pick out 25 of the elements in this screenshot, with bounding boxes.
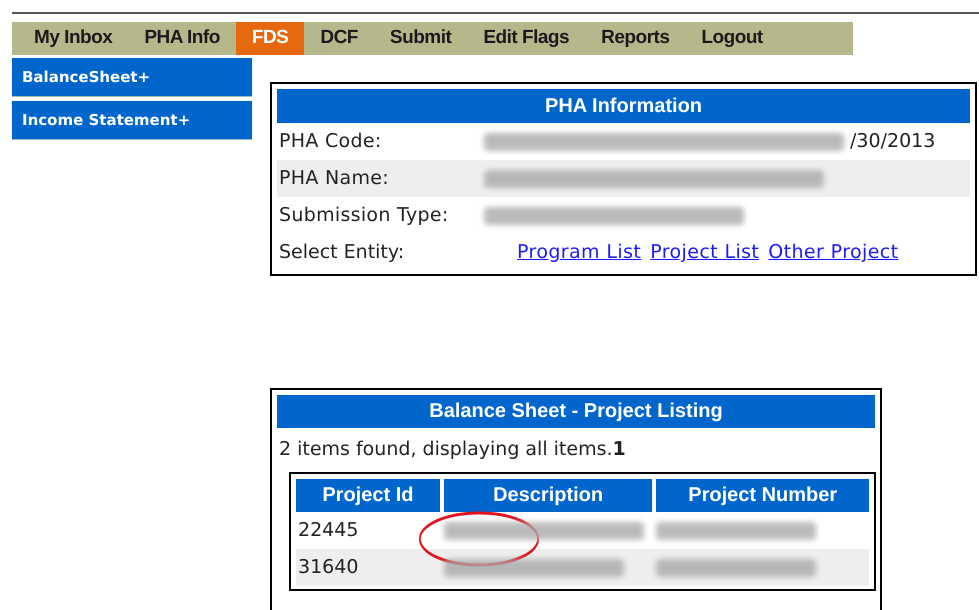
- field-label: PHA Name:: [278, 166, 390, 192]
- table-cell-text: 22445: [297, 518, 360, 544]
- field-label: Submission Type:: [278, 203, 450, 228]
- nav-tab[interactable]: DCF: [304, 22, 374, 55]
- nav-tab[interactable]: Reports: [585, 22, 686, 55]
- sidebar-item[interactable]: Income Statement+: [12, 101, 252, 140]
- field-label: Select Entity:: [278, 240, 406, 266]
- panel-header: Balance Sheet - Project Listing: [277, 395, 875, 428]
- column-header: Description: [444, 479, 652, 512]
- field-value: /30/2013: [850, 129, 936, 154]
- entity-link[interactable]: Program List: [517, 238, 642, 267]
- column-header: Project Number: [656, 479, 869, 512]
- entity-link[interactable]: Project List: [650, 238, 760, 267]
- table-cell-text: 31640: [297, 555, 360, 580]
- panel-header: PHA Information: [277, 89, 970, 123]
- column-header: Project Id: [296, 479, 440, 512]
- nav-tab[interactable]: PHA Info: [128, 22, 236, 55]
- entity-link[interactable]: Other Project: [768, 238, 898, 267]
- nav-tab[interactable]: My Inbox: [18, 22, 128, 55]
- nav-tab[interactable]: Logout: [685, 22, 779, 55]
- sidebar-item[interactable]: BalanceSheet+: [12, 58, 252, 97]
- nav-tab[interactable]: Submit: [374, 22, 468, 55]
- field-label: PHA Code:: [278, 129, 383, 154]
- nav-tab[interactable]: Edit Flags: [467, 22, 586, 55]
- result-summary: 2 items found, displaying all items.1: [278, 437, 627, 462]
